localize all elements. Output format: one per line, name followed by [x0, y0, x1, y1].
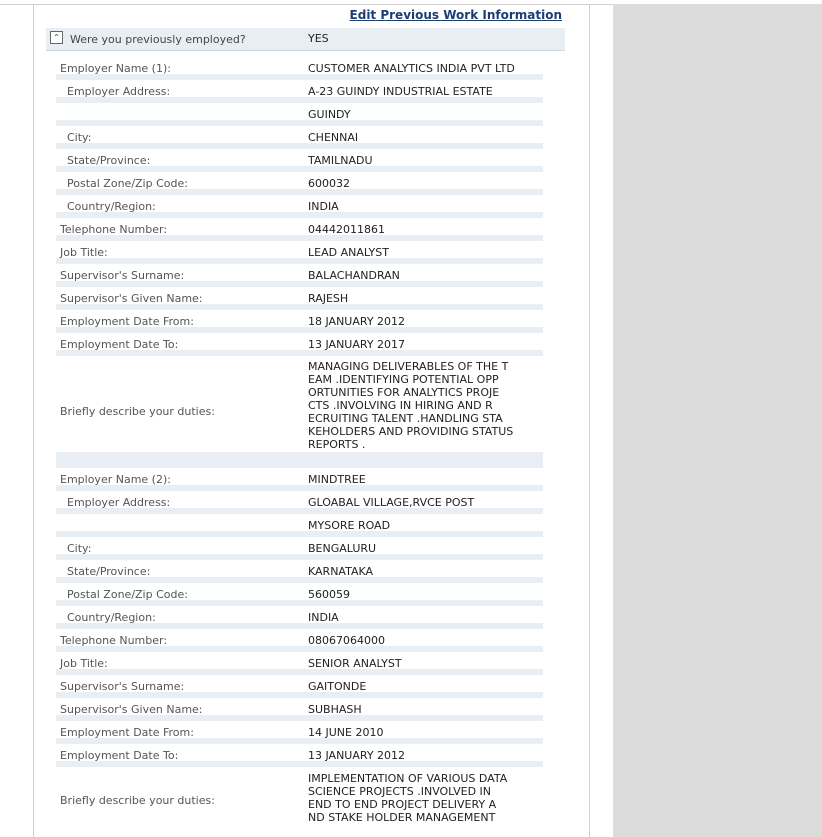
field-value: BALACHANDRAN	[308, 269, 400, 282]
field-label: Employment Date To:	[60, 749, 179, 762]
detail-row: Country/Region: INDIA	[56, 606, 543, 629]
field-value: SUBHASH	[308, 703, 362, 716]
field-value: INDIA	[308, 200, 339, 213]
field-label: Job Title:	[60, 657, 108, 670]
duties-label: Briefly describe your duties:	[60, 405, 215, 418]
field-label: Country/Region:	[67, 200, 156, 213]
field-value: GLOABAL VILLAGE,RVCE POST	[308, 496, 475, 509]
detail-row: Telephone Number: 04442011861	[56, 218, 543, 241]
duties-row: Briefly describe your duties: MANAGING DE…	[56, 356, 543, 468]
detail-row: Employer Address: A-23 GUINDY INDUSTRIAL …	[56, 80, 543, 103]
detail-row: Job Title: SENIOR ANALYST	[56, 652, 543, 675]
field-value: GAITONDE	[308, 680, 367, 693]
detail-row: Postal Zone/Zip Code: 600032	[56, 172, 543, 195]
field-label: Employer Address:	[67, 85, 171, 98]
duties-value: MANAGING DELIVERABLES OF THE T EAM .IDEN…	[308, 360, 514, 451]
detail-row: Employment Date To: 13 JANUARY 2017	[56, 333, 543, 356]
field-label: State/Province:	[67, 154, 151, 167]
field-label: Country/Region:	[67, 611, 156, 624]
field-value: 600032	[308, 177, 350, 190]
field-value: 13 JANUARY 2012	[308, 749, 406, 762]
field-value: GUINDY	[308, 108, 351, 121]
duties-row: Briefly describe your duties: IMPLEMENTAT…	[56, 767, 543, 837]
detail-row: Employer Address: GLOABAL VILLAGE,RVCE PO…	[56, 491, 543, 514]
field-label: Postal Zone/Zip Code:	[67, 588, 188, 601]
field-value: CHENNAI	[308, 131, 359, 144]
field-value: 18 JANUARY 2012	[308, 315, 406, 328]
field-value: TAMILNADU	[308, 154, 373, 167]
field-value: MYSORE ROAD	[308, 519, 391, 532]
detail-row: Employment Date From: 18 JANUARY 2012	[56, 310, 543, 333]
field-value: 08067064000	[308, 634, 385, 647]
field-label: Supervisor's Surname:	[60, 680, 185, 693]
field-label: Telephone Number:	[60, 223, 168, 236]
duties-label: Briefly describe your duties:	[60, 794, 215, 807]
previously-employed-label: Were you previously employed?	[70, 33, 246, 46]
content-right-divider	[589, 4, 590, 837]
detail-row: Employer Name (1): CUSTOMER ANALYTICS IND…	[56, 57, 543, 80]
field-label: Employer Address:	[67, 496, 171, 509]
detail-row: Employer Name (2): MINDTREE	[56, 468, 543, 491]
detail-row: City: CHENNAI	[56, 126, 543, 149]
field-label: Telephone Number:	[60, 634, 168, 647]
detail-row: Country/Region: INDIA	[56, 195, 543, 218]
detail-row: Postal Zone/Zip Code: 560059	[56, 583, 543, 606]
detail-row: Supervisor's Surname: BALACHANDRAN	[56, 264, 543, 287]
field-value: CUSTOMER ANALYTICS INDIA PVT LTD	[308, 62, 515, 75]
field-label: City:	[67, 542, 92, 555]
field-label: Job Title:	[60, 246, 108, 259]
detail-row: Supervisor's Given Name: SUBHASH	[56, 698, 543, 721]
field-value: 13 JANUARY 2017	[308, 338, 406, 351]
field-value: RAJESH	[308, 292, 349, 305]
field-value: SENIOR ANALYST	[308, 657, 402, 670]
field-value: MINDTREE	[308, 473, 366, 486]
duties-value: IMPLEMENTATION OF VARIOUS DATA SCIENCE P…	[308, 772, 508, 824]
previously-employed-row: ⌃ Were you previously employed? YES	[46, 28, 565, 51]
field-label: Employment Date From:	[60, 726, 194, 739]
edit-previous-work-link[interactable]: Edit Previous Work Information	[350, 8, 562, 22]
field-label: City:	[67, 131, 92, 144]
left-divider	[33, 4, 34, 837]
field-value: INDIA	[308, 611, 339, 624]
detail-row: GUINDY	[56, 103, 543, 126]
detail-row: Employment Date From: 14 JUNE 2010	[56, 721, 543, 744]
detail-row: MYSORE ROAD	[56, 514, 543, 537]
detail-row: Supervisor's Given Name: RAJESH	[56, 287, 543, 310]
employment-details-list: Employer Name (1): CUSTOMER ANALYTICS IND…	[56, 57, 543, 837]
detail-row: City: BENGALURU	[56, 537, 543, 560]
field-value: 560059	[308, 588, 350, 601]
collapse-chevron-icon[interactable]: ⌃	[50, 31, 63, 44]
detail-row: State/Province: TAMILNADU	[56, 149, 543, 172]
field-label: Employer Name (1):	[60, 62, 171, 75]
previously-employed-value: YES	[308, 32, 329, 45]
field-label: State/Province:	[67, 565, 151, 578]
field-label: Employment Date From:	[60, 315, 194, 328]
field-label: Postal Zone/Zip Code:	[67, 177, 188, 190]
detail-row: Telephone Number: 08067064000	[56, 629, 543, 652]
detail-row: Job Title: LEAD ANALYST	[56, 241, 543, 264]
field-value: 04442011861	[308, 223, 385, 236]
field-label: Employer Name (2):	[60, 473, 171, 486]
field-value: 14 JUNE 2010	[308, 726, 384, 739]
field-label: Supervisor's Surname:	[60, 269, 185, 282]
field-value: LEAD ANALYST	[308, 246, 389, 259]
field-value: A-23 GUINDY INDUSTRIAL ESTATE	[308, 85, 493, 98]
detail-row: Supervisor's Surname: GAITONDE	[56, 675, 543, 698]
field-label: Supervisor's Given Name:	[60, 292, 203, 305]
detail-row: State/Province: KARNATAKA	[56, 560, 543, 583]
right-gray-panel	[613, 4, 822, 837]
detail-row: Employment Date To: 13 JANUARY 2012	[56, 744, 543, 767]
field-label: Supervisor's Given Name:	[60, 703, 203, 716]
field-value: BENGALURU	[308, 542, 377, 555]
field-value: KARNATAKA	[308, 565, 374, 578]
field-label: Employment Date To:	[60, 338, 179, 351]
